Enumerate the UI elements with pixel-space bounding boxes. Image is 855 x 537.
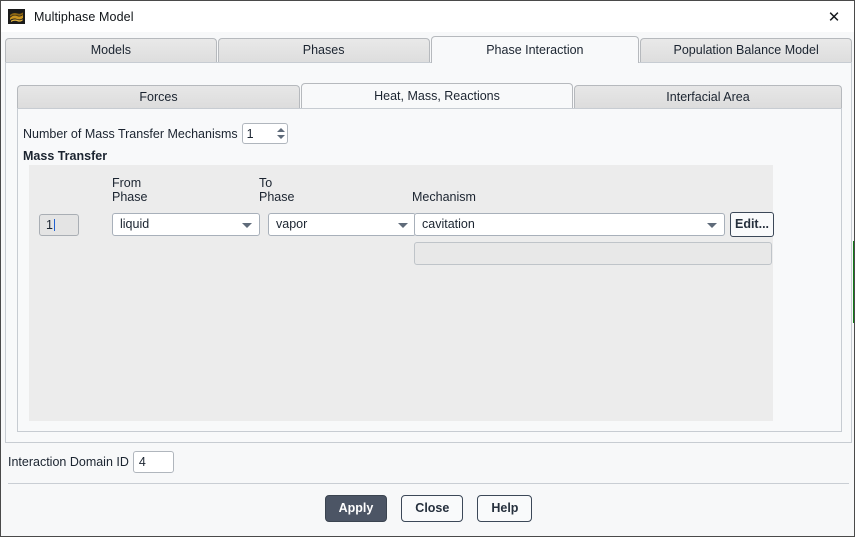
close-icon[interactable]: ✕ [812, 1, 854, 32]
edit-mechanism-button[interactable]: Edit... [730, 212, 774, 237]
footer-divider [8, 483, 849, 484]
from-phase-value: liquid [120, 217, 150, 231]
tab-phase-interaction[interactable]: Phase Interaction [430, 36, 640, 63]
window-title: Multiphase Model [34, 9, 134, 24]
mechanism-detail-field[interactable] [414, 242, 772, 265]
chevron-down-icon[interactable] [398, 223, 408, 228]
title-bar: Multiphase Model ✕ [1, 1, 854, 32]
mechanism-count-label: Number of Mass Transfer Mechanisms [23, 126, 238, 141]
interaction-domain-row: Interaction Domain ID [8, 451, 174, 473]
multiphase-model-dialog: Multiphase Model ✕ Models Phases Phase I… [0, 0, 855, 537]
dialog-button-bar: Apply Close Help [1, 495, 854, 522]
interaction-domain-label: Interaction Domain ID [8, 455, 129, 469]
column-header-mechanism: Mechanism [412, 190, 476, 204]
chevron-down-icon[interactable] [242, 223, 252, 228]
row-index-value: 1 [46, 218, 53, 232]
multiphase-model-icon [8, 9, 25, 24]
from-phase-dropdown[interactable]: liquid [112, 213, 260, 236]
phase-interaction-panel: Forces Heat, Mass, Reactions Interfacial… [5, 62, 852, 443]
heat-mass-reactions-panel: Number of Mass Transfer Mechanisms Mass … [17, 108, 842, 432]
tab-phases[interactable]: Phases [217, 38, 430, 63]
chevron-down-icon[interactable] [707, 223, 717, 228]
mechanism-dropdown[interactable]: cavitation [414, 213, 725, 236]
tab-forces[interactable]: Forces [17, 85, 300, 109]
tab-interfacial-area[interactable]: Interfacial Area [574, 85, 842, 109]
help-button[interactable]: Help [477, 495, 533, 522]
mechanism-count-stepper[interactable] [241, 123, 288, 144]
to-phase-dropdown[interactable]: vapor [268, 213, 416, 236]
outer-tab-strip: Models Phases Phase Interaction Populati… [5, 36, 852, 63]
chevron-up-icon[interactable] [276, 128, 285, 132]
mass-transfer-section-title: Mass Transfer [23, 149, 108, 163]
mechanism-count-row: Number of Mass Transfer Mechanisms [23, 123, 288, 144]
table-row-index[interactable]: 1 [39, 214, 79, 236]
interaction-domain-input[interactable] [132, 451, 174, 473]
mechanism-value: cavitation [422, 217, 475, 231]
inner-tab-strip: Forces Heat, Mass, Reactions Interfacial… [17, 83, 842, 109]
column-header-to-phase: To Phase [259, 176, 295, 204]
tab-models[interactable]: Models [5, 38, 217, 63]
apply-button[interactable]: Apply [324, 495, 388, 522]
column-header-from-phase: From Phase [112, 176, 148, 204]
mechanism-count-input[interactable] [242, 124, 275, 143]
tab-population-balance-model[interactable]: Population Balance Model [640, 38, 852, 63]
stepper-arrows[interactable] [275, 124, 287, 143]
chevron-down-icon[interactable] [276, 135, 285, 139]
to-phase-value: vapor [276, 217, 308, 231]
close-button[interactable]: Close [401, 495, 464, 522]
tab-heat-mass-reactions[interactable]: Heat, Mass, Reactions [301, 83, 573, 109]
mass-transfer-table: From Phase To Phase Mechanism 1 liquid v… [29, 165, 774, 421]
text-caret [53, 219, 55, 231]
